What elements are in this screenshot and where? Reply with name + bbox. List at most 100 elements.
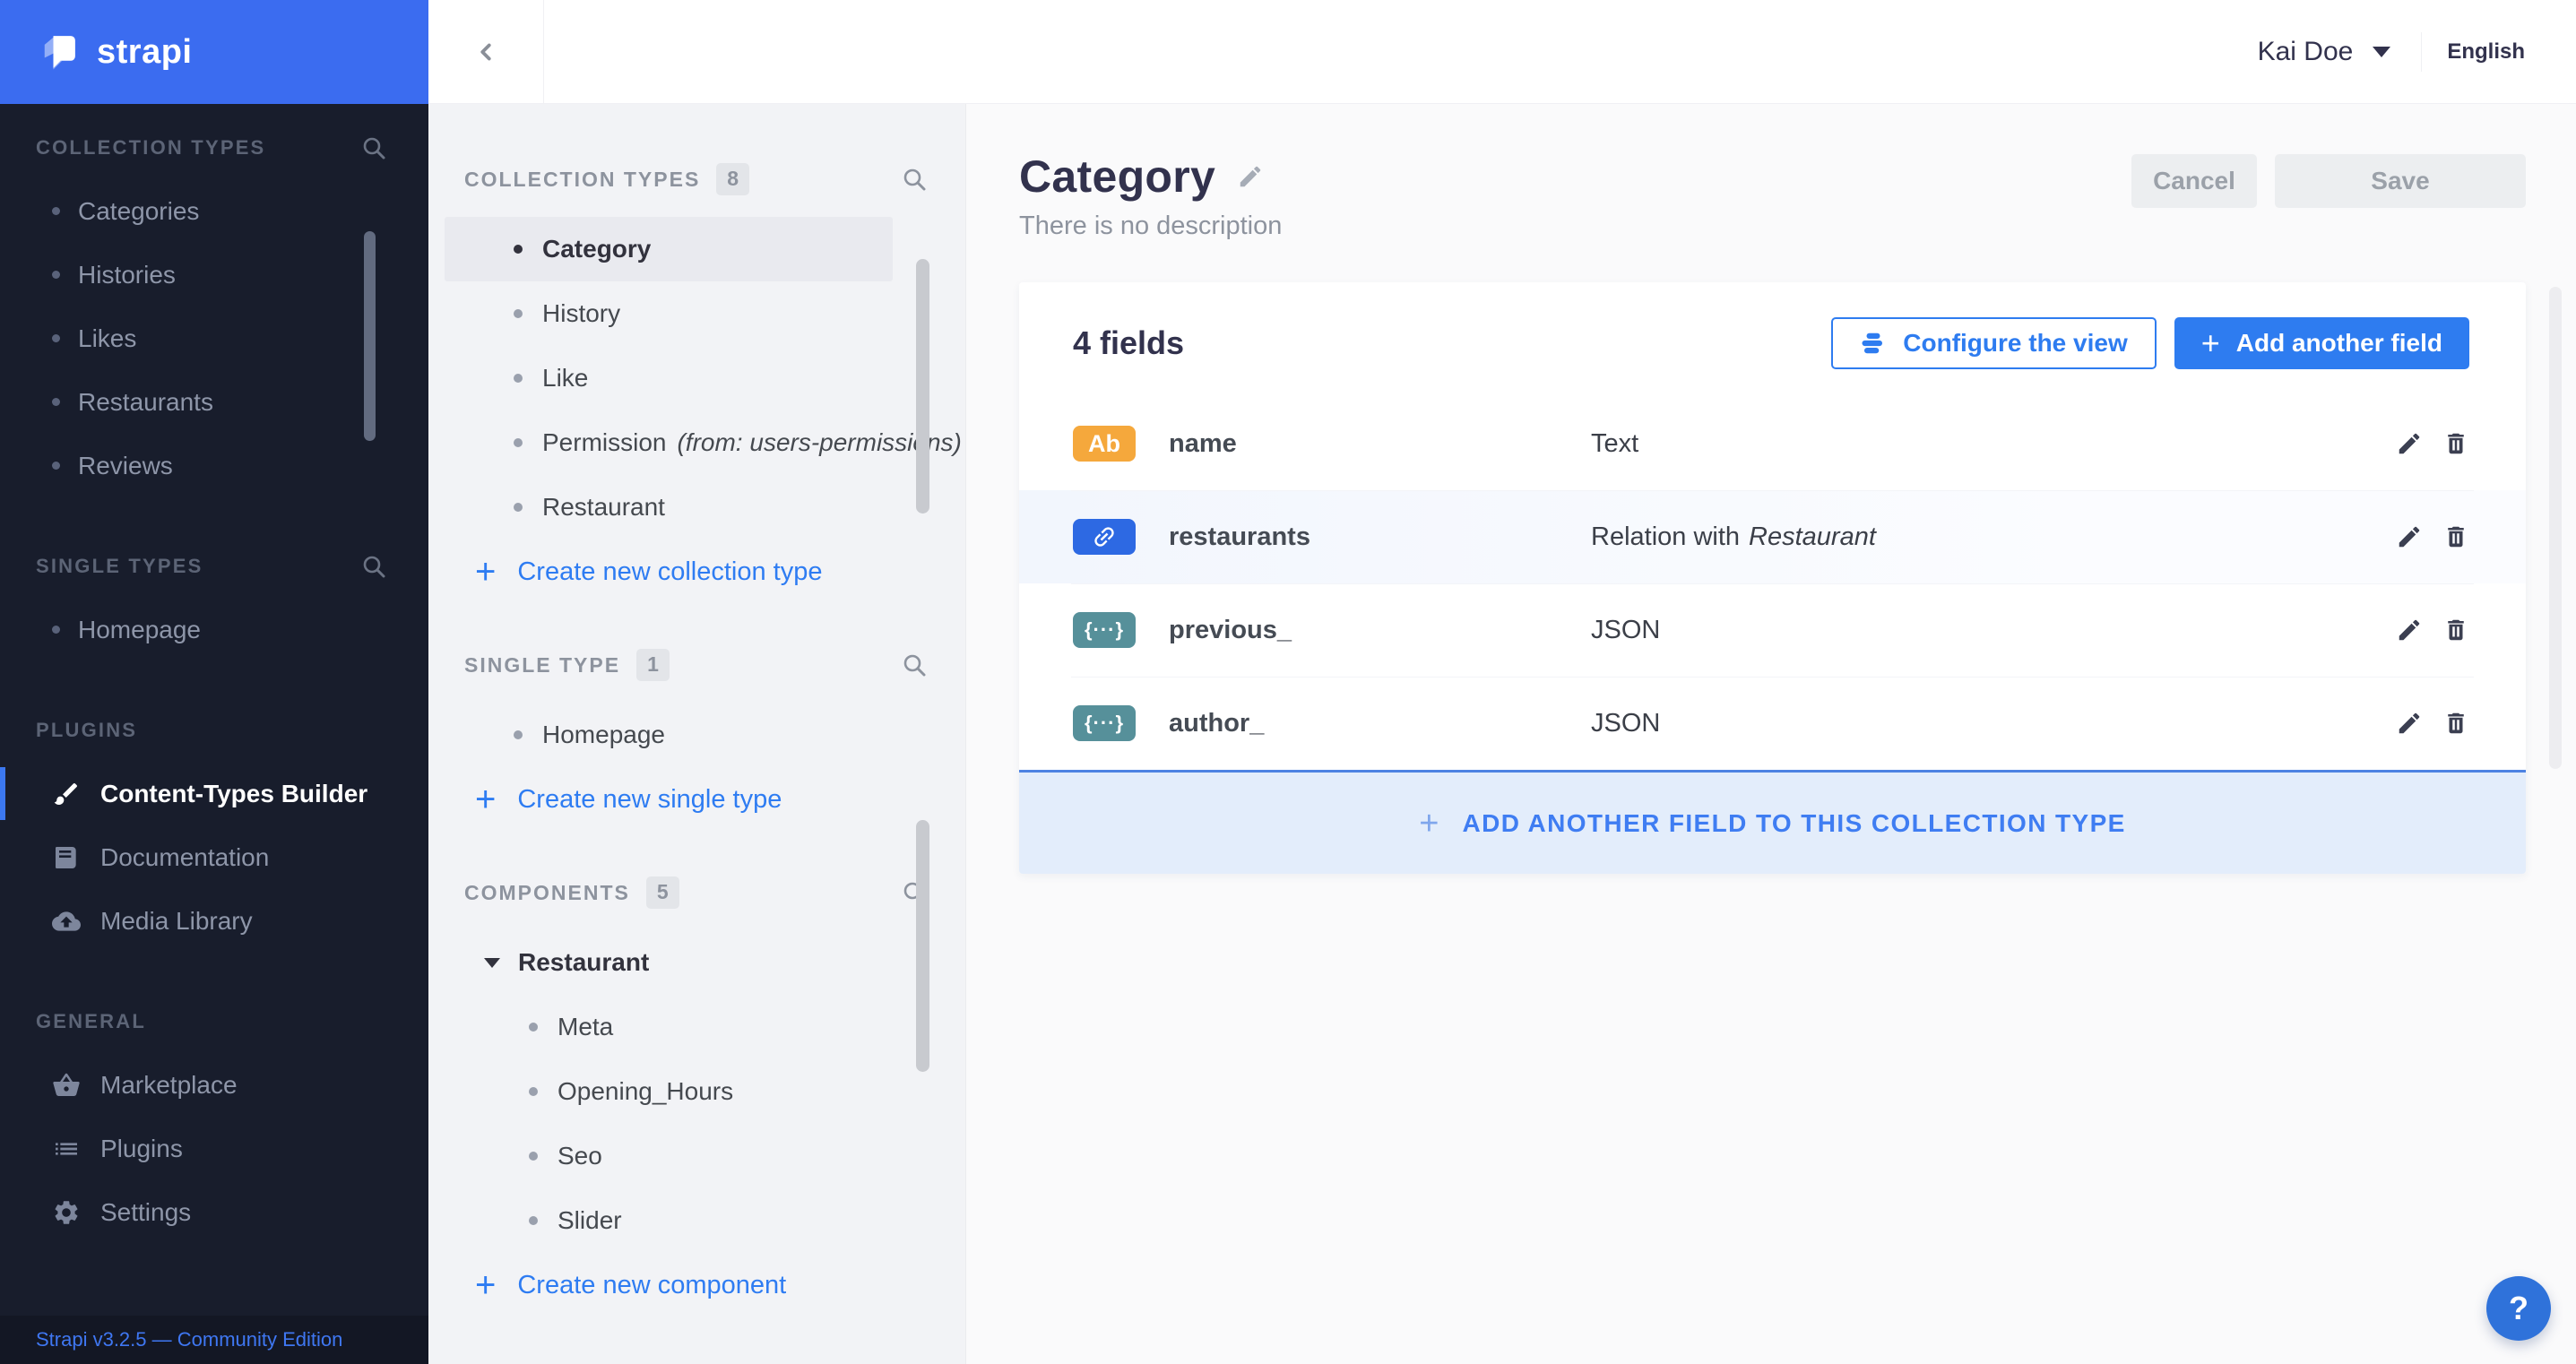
json-field-icon: {···} [1073, 612, 1136, 648]
nav-collection-types-label: COLLECTION TYPES [36, 136, 266, 159]
bullet-icon [52, 207, 60, 215]
sidebar-item-marketplace[interactable]: Marketplace [0, 1053, 428, 1117]
subnav-item-meta[interactable]: Meta [445, 995, 893, 1059]
chevron-left-icon [480, 43, 491, 60]
main-scrollbar[interactable] [2549, 287, 2562, 769]
edit-title-icon[interactable] [1237, 163, 1264, 190]
gear-icon [52, 1198, 81, 1227]
subnav-section-collection-types: COLLECTION TYPES 8 Category History Like… [428, 158, 965, 604]
fields-card: 4 fields Configure the view + Add anothe… [1019, 282, 2526, 874]
collection-types-count-badge: 8 [716, 163, 750, 195]
paintbrush-icon [52, 780, 81, 808]
bullet-icon [514, 503, 523, 512]
subnav-item-restaurant[interactable]: Restaurant [445, 475, 893, 540]
main-sidebar: strapi COLLECTION TYPES Categories Histo… [0, 0, 428, 1364]
subnav-item-opening-hours[interactable]: Opening_Hours [445, 1059, 893, 1124]
header-divider [2421, 31, 2423, 72]
nav-section-plugins: PLUGINS Content-Types Builder Documentat… [0, 661, 428, 953]
plus-icon: + [475, 780, 497, 819]
field-row-author[interactable]: {···} author_ JSON [1019, 677, 2526, 770]
caret-down-icon [484, 957, 500, 968]
subnav-section-single-type: SINGLE TYPE 1 Homepage + Create new sing… [428, 643, 965, 832]
nav-general-label: GENERAL [36, 1010, 146, 1032]
save-button[interactable]: Save [2275, 154, 2526, 208]
subnav-scrollbar[interactable] [916, 259, 929, 514]
search-icon[interactable] [359, 553, 389, 580]
basket-icon [52, 1071, 81, 1100]
delete-field-icon[interactable] [2438, 705, 2474, 741]
sidebar-item-documentation[interactable]: Documentation [0, 825, 428, 889]
bullet-icon [52, 271, 60, 279]
subnav-item-history[interactable]: History [445, 281, 893, 346]
layout-icon [1862, 332, 1883, 354]
sidebar-scrollbar[interactable] [364, 231, 376, 441]
back-button[interactable] [428, 0, 544, 104]
bullet-icon [514, 438, 523, 447]
json-field-icon: {···} [1073, 705, 1136, 741]
subnav-item-like[interactable]: Like [445, 346, 893, 410]
page-subtitle: There is no description [1019, 212, 1283, 240]
delete-field-icon[interactable] [2438, 426, 2474, 462]
user-name: Kai Doe [2257, 36, 2354, 66]
create-collection-type-button[interactable]: + Create new collection type [428, 540, 965, 604]
search-icon[interactable] [899, 164, 929, 194]
edit-field-icon[interactable] [2391, 705, 2427, 741]
help-button[interactable]: ? [2486, 1276, 2551, 1341]
bullet-icon [529, 1087, 538, 1096]
brand-header[interactable]: strapi [0, 0, 428, 104]
sidebar-item-settings[interactable]: Settings [0, 1180, 428, 1244]
bullet-icon [52, 626, 60, 634]
nav-section-single-types: SINGLE TYPES Homepage [0, 497, 428, 661]
sidebar-footer: Strapi v3.2.5 — Community Edition [0, 1316, 428, 1364]
bullet-icon [52, 334, 60, 342]
subnav-collection-types-label: COLLECTION TYPES [464, 167, 701, 191]
edit-field-icon[interactable] [2391, 612, 2427, 648]
edit-field-icon[interactable] [2391, 426, 2427, 462]
chevron-down-icon [2373, 46, 2391, 57]
subnav-components-label: COMPONENTS [464, 880, 630, 904]
add-field-button[interactable]: + Add another field [2174, 317, 2469, 369]
create-component-button[interactable]: + Create new component [428, 1253, 965, 1317]
cancel-button[interactable]: Cancel [2131, 154, 2257, 208]
bullet-icon [514, 730, 523, 739]
sidebar-item-media-library[interactable]: Media Library [0, 889, 428, 953]
search-icon[interactable] [359, 134, 389, 161]
field-row-previous[interactable]: {···} previous_ JSON [1019, 583, 2526, 677]
add-field-banner-button[interactable]: + ADD ANOTHER FIELD TO THIS COLLECTION T… [1019, 770, 2526, 874]
search-icon[interactable] [899, 650, 929, 680]
components-count-badge: 5 [645, 876, 679, 909]
delete-field-icon[interactable] [2438, 612, 2474, 648]
field-row-restaurants[interactable]: restaurants Relation with Restaurant [1019, 490, 2526, 583]
subnav-item-homepage[interactable]: Homepage [445, 703, 893, 767]
page-title: Category [1019, 151, 1216, 202]
bullet-icon [529, 1152, 538, 1161]
subnav-section-components: COMPONENTS 5 Restaurant Meta Opening_Hou… [428, 820, 965, 1317]
subnav-group-restaurant[interactable]: Restaurant [445, 930, 893, 995]
plus-icon: + [475, 552, 497, 591]
plus-icon: + [1419, 804, 1439, 842]
version-link[interactable]: Strapi v3.2.5 — Community Edition [36, 1328, 342, 1351]
language-selector[interactable]: English [2447, 39, 2525, 65]
user-menu[interactable]: Kai Doe [2258, 37, 2391, 67]
sidebar-item-homepage[interactable]: Homepage [0, 598, 428, 661]
sidebar-item-content-types-builder[interactable]: Content-Types Builder [0, 762, 428, 825]
subnav-item-slider[interactable]: Slider [445, 1188, 893, 1253]
plus-icon: + [475, 1265, 497, 1305]
bullet-icon [514, 245, 523, 254]
subnav-item-seo[interactable]: Seo [445, 1124, 893, 1188]
bullet-icon [529, 1216, 538, 1225]
nav-plugins-label: PLUGINS [36, 719, 138, 741]
content-types-subnav: COLLECTION TYPES 8 Category History Like… [428, 104, 966, 1364]
bullet-icon [529, 1023, 538, 1032]
edit-field-icon[interactable] [2391, 519, 2427, 555]
create-single-type-button[interactable]: + Create new single type [428, 767, 965, 832]
components-scrollbar[interactable] [916, 820, 929, 1072]
subnav-item-category[interactable]: Category [445, 217, 893, 281]
subnav-item-permission[interactable]: Permission (from: users-permissions) [445, 410, 962, 475]
bullet-icon [514, 309, 523, 318]
configure-view-button[interactable]: Configure the view [1831, 317, 2157, 369]
field-row-name[interactable]: Ab name Text [1019, 397, 2526, 490]
sidebar-item-plugins[interactable]: Plugins [0, 1117, 428, 1180]
sidebar-item-reviews[interactable]: Reviews [0, 434, 428, 497]
delete-field-icon[interactable] [2438, 519, 2474, 555]
